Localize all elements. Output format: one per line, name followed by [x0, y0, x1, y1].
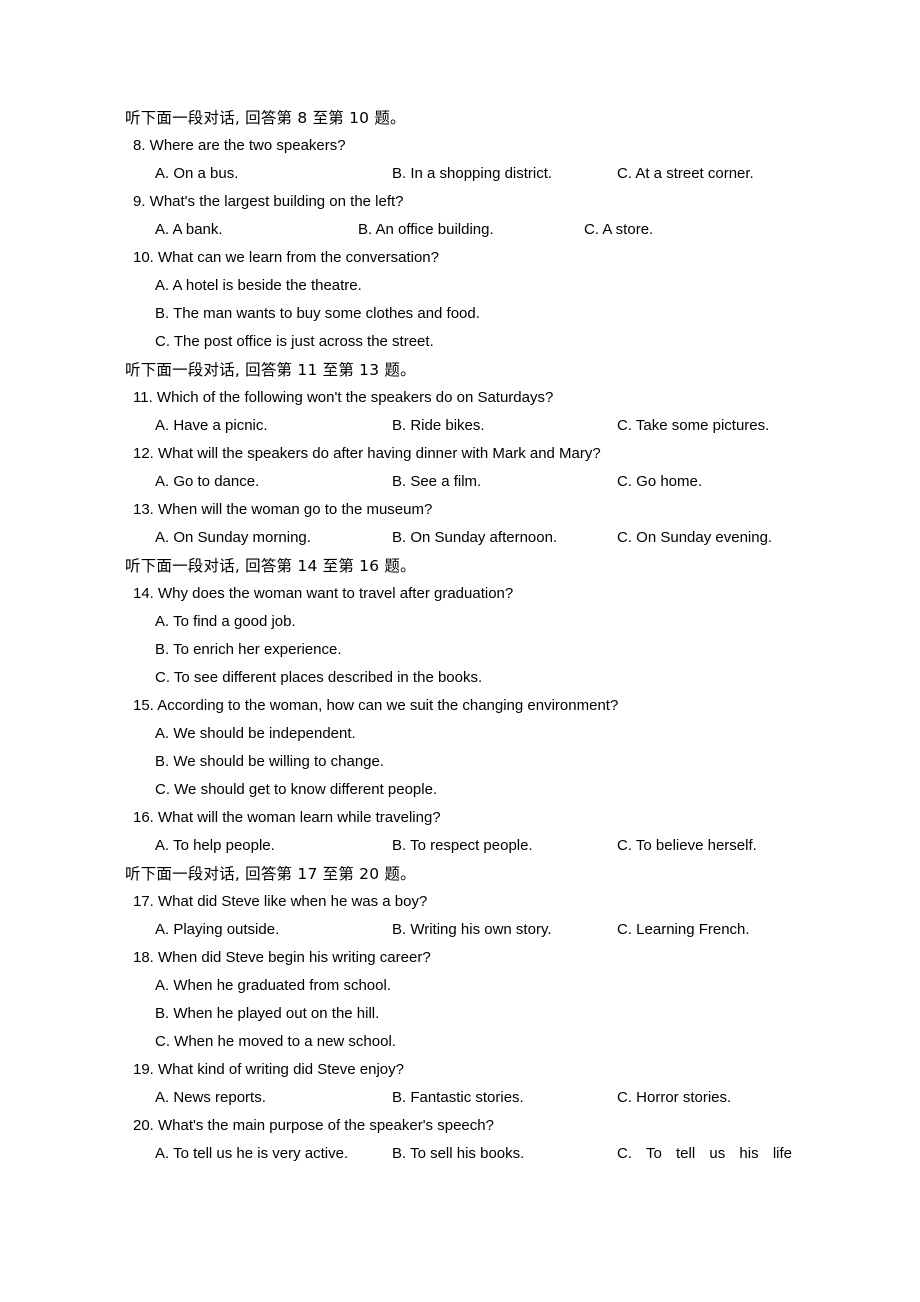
option-10-b[interactable]: B. The man wants to buy some clothes and…: [125, 300, 820, 328]
option-11-c[interactable]: C. Take some pictures.: [617, 412, 769, 440]
option-10-c[interactable]: C. The post office is just across the st…: [125, 328, 820, 356]
question-14: 14. Why does the woman want to travel af…: [133, 585, 514, 602]
option-14-c[interactable]: C. To see different places described in …: [125, 664, 820, 692]
option-19-b[interactable]: B. Fantastic stories.: [392, 1084, 524, 1112]
options-row-12: A. Go to dance. B. See a film. C. Go hom…: [125, 468, 820, 496]
question-13: 13. When will the woman go to the museum…: [133, 501, 433, 518]
option-9-b[interactable]: B. An office building.: [358, 216, 494, 244]
options-row-20: A. To tell us he is very active. B. To s…: [125, 1140, 820, 1168]
option-14-a[interactable]: A. To find a good job.: [125, 608, 820, 636]
option-15-a[interactable]: A. We should be independent.: [125, 720, 820, 748]
question-11: 11. Which of the following won't the spe…: [133, 389, 554, 406]
option-17-a[interactable]: A. Playing outside.: [155, 916, 279, 944]
section-heading-11-13: 听下面一段对话, 回答第 11 至第 13 题。: [125, 361, 416, 379]
question-17: 17. What did Steve like when he was a bo…: [133, 893, 428, 910]
option-8-b[interactable]: B. In a shopping district.: [392, 160, 552, 188]
option-15-b[interactable]: B. We should be willing to change.: [125, 748, 820, 776]
question-16: 16. What will the woman learn while trav…: [133, 809, 441, 826]
option-15-c[interactable]: C. We should get to know different peopl…: [125, 776, 820, 804]
option-17-c[interactable]: C. Learning French.: [617, 916, 750, 944]
option-12-a[interactable]: A. Go to dance.: [155, 468, 259, 496]
option-11-b[interactable]: B. Ride bikes.: [392, 412, 485, 440]
question-19: 19. What kind of writing did Steve enjoy…: [133, 1061, 404, 1078]
option-19-c[interactable]: C. Horror stories.: [617, 1084, 731, 1112]
question-8: 8. Where are the two speakers?: [133, 137, 346, 154]
option-17-b[interactable]: B. Writing his own story.: [392, 916, 552, 944]
options-row-9: A. A bank. B. An office building. C. A s…: [125, 216, 820, 244]
option-9-c[interactable]: C. A store.: [584, 216, 653, 244]
option-9-a[interactable]: A. A bank.: [155, 216, 223, 244]
option-18-b[interactable]: B. When he played out on the hill.: [125, 1000, 820, 1028]
options-row-17: A. Playing outside. B. Writing his own s…: [125, 916, 820, 944]
option-12-b[interactable]: B. See a film.: [392, 468, 481, 496]
option-8-c[interactable]: C. At a street corner.: [617, 160, 754, 188]
section-heading-14-16: 听下面一段对话, 回答第 14 至第 16 题。: [125, 557, 416, 575]
option-13-a[interactable]: A. On Sunday morning.: [155, 524, 311, 552]
option-18-a[interactable]: A. When he graduated from school.: [125, 972, 820, 1000]
option-8-a[interactable]: A. On a bus.: [155, 160, 238, 188]
option-12-c[interactable]: C. Go home.: [617, 468, 702, 496]
question-20: 20. What's the main purpose of the speak…: [133, 1117, 494, 1134]
option-20-a[interactable]: A. To tell us he is very active.: [155, 1140, 348, 1168]
question-15: 15. According to the woman, how can we s…: [133, 697, 619, 714]
section-heading-8-10: 听下面一段对话, 回答第 8 至第 10 题。: [125, 109, 406, 127]
option-13-c[interactable]: C. On Sunday evening.: [617, 524, 772, 552]
option-11-a[interactable]: A. Have a picnic.: [155, 412, 268, 440]
option-19-a[interactable]: A. News reports.: [155, 1084, 266, 1112]
option-16-b[interactable]: B. To respect people.: [392, 832, 533, 860]
option-16-c[interactable]: C. To believe herself.: [617, 832, 757, 860]
options-row-16: A. To help people. B. To respect people.…: [125, 832, 820, 860]
option-16-a[interactable]: A. To help people.: [155, 832, 275, 860]
options-row-8: A. On a bus. B. In a shopping district. …: [125, 160, 820, 188]
option-10-a[interactable]: A. A hotel is beside the theatre.: [125, 272, 820, 300]
options-row-13: A. On Sunday morning. B. On Sunday after…: [125, 524, 820, 552]
option-18-c[interactable]: C. When he moved to a new school.: [125, 1028, 820, 1056]
question-12: 12. What will the speakers do after havi…: [133, 445, 601, 462]
option-14-b[interactable]: B. To enrich her experience.: [125, 636, 820, 664]
option-20-c[interactable]: C. To tell us his life: [617, 1140, 792, 1168]
section-heading-17-20: 听下面一段对话, 回答第 17 至第 20 题。: [125, 865, 416, 883]
option-13-b[interactable]: B. On Sunday afternoon.: [392, 524, 557, 552]
question-10: 10. What can we learn from the conversat…: [133, 249, 439, 266]
option-20-b[interactable]: B. To sell his books.: [392, 1140, 524, 1168]
question-18: 18. When did Steve begin his writing car…: [133, 949, 431, 966]
options-row-19: A. News reports. B. Fantastic stories. C…: [125, 1084, 820, 1112]
options-row-11: A. Have a picnic. B. Ride bikes. C. Take…: [125, 412, 820, 440]
question-9: 9. What's the largest building on the le…: [133, 193, 404, 210]
exam-page: 听下面一段对话, 回答第 8 至第 10 题。 8. Where are the…: [0, 0, 920, 1302]
